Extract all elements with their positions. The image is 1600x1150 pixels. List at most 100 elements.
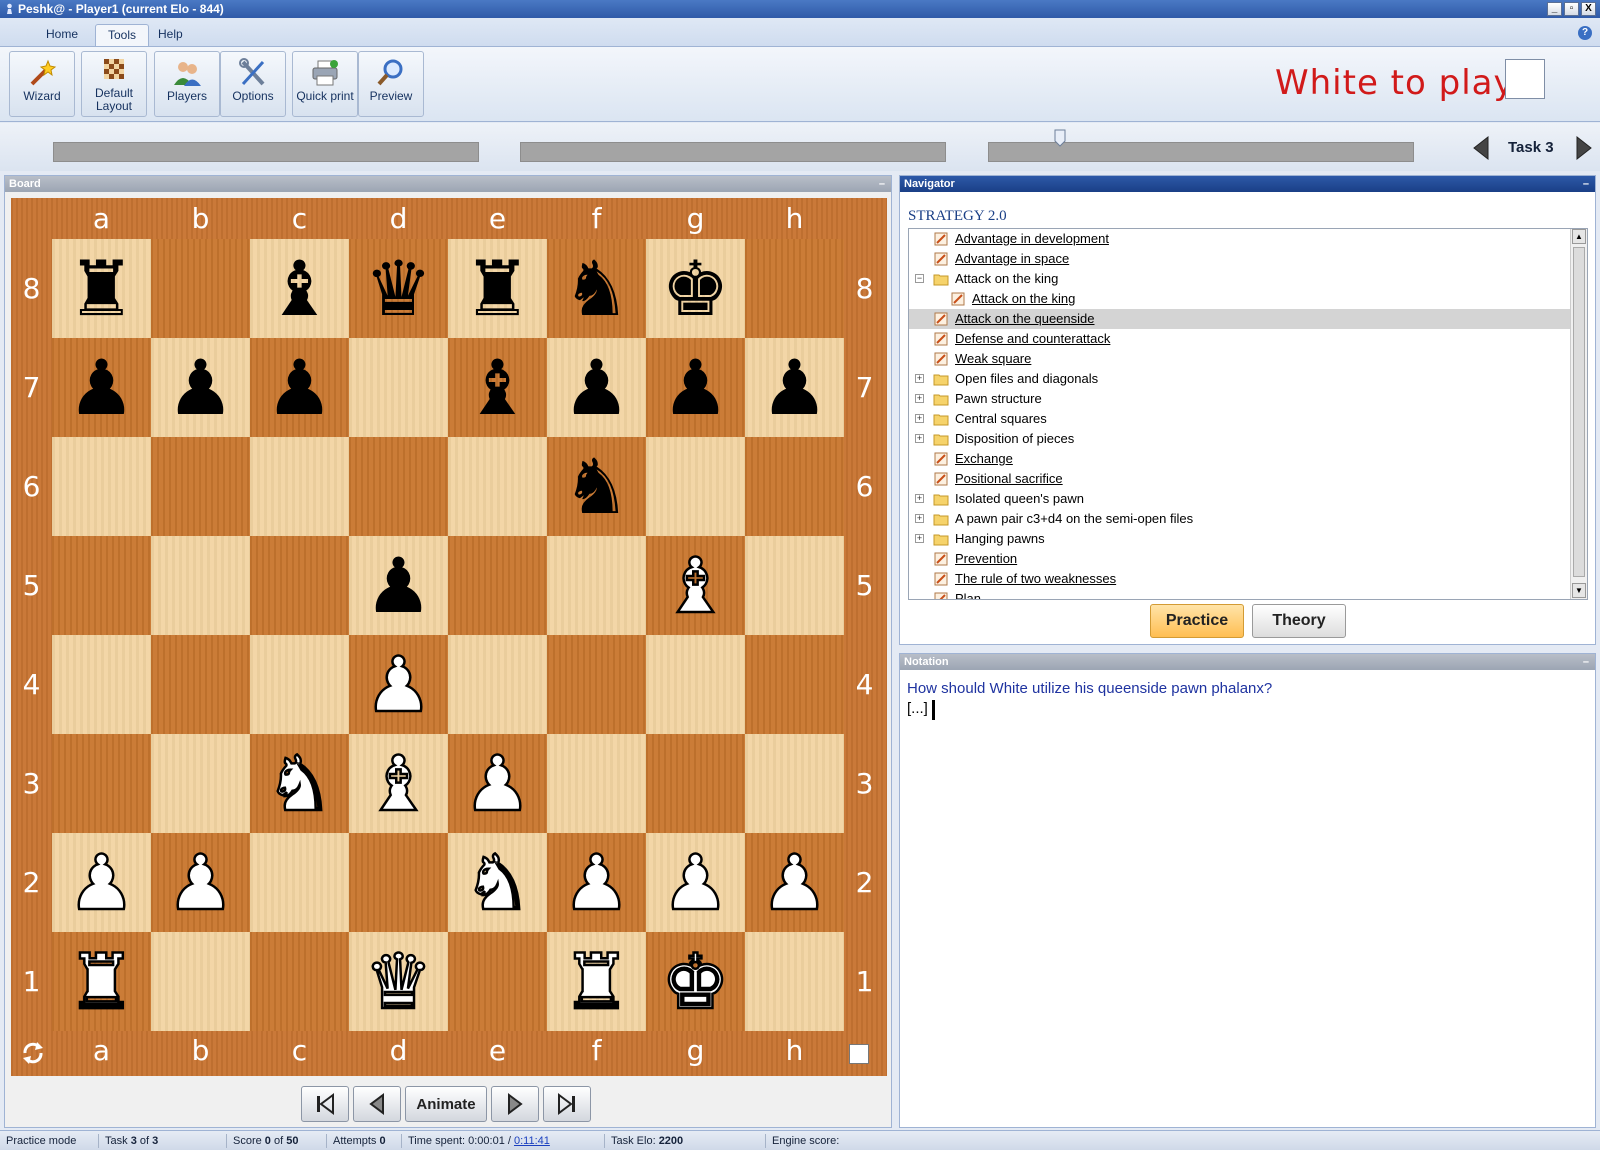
expand-icon[interactable]: + — [915, 494, 924, 503]
tree-item[interactable]: Advantage in space — [909, 249, 1587, 269]
tree-item[interactable]: Attack on the queenside — [909, 309, 1587, 329]
square-f5[interactable] — [547, 536, 646, 635]
square-e1[interactable] — [448, 932, 547, 1031]
white-pawn-icon[interactable]: ♟ — [363, 645, 434, 724]
tab-home[interactable]: Home — [34, 24, 90, 46]
white-rook-icon[interactable]: ♜ — [561, 942, 632, 1021]
white-knight-icon[interactable]: ♞ — [264, 744, 335, 823]
white-pawn-icon[interactable]: ♟ — [660, 843, 731, 922]
square-e7[interactable]: ♝ — [448, 338, 547, 437]
square-a1[interactable]: ♜ — [52, 932, 151, 1031]
minimize-button[interactable]: _ — [1547, 2, 1562, 16]
square-a4[interactable] — [52, 635, 151, 734]
expand-icon[interactable]: + — [915, 514, 924, 523]
black-king-icon[interactable]: ♚ — [661, 250, 729, 327]
square-e3[interactable]: ♟ — [448, 734, 547, 833]
chessboard[interactable]: ♜ ♝ ♛ ♜ ♞ ♚ ♟ ♟ ♟ ♝ ♟ ♟ ♟ ♞ ♟ ♝ ♟ ♞ ♝ ♟ ♟ ♟ ♞ ♟ ♟ ♟ ♜ ♛ ♜ ♚ — [52, 239, 844, 1031]
white-queen-icon[interactable]: ♛ — [363, 942, 434, 1021]
square-f4[interactable] — [547, 635, 646, 734]
square-g2[interactable]: ♟ — [646, 833, 745, 932]
white-bishop-icon[interactable]: ♝ — [660, 546, 731, 625]
white-bishop-icon[interactable]: ♝ — [363, 744, 434, 823]
square-b4[interactable] — [151, 635, 250, 734]
square-g5[interactable]: ♝ — [646, 536, 745, 635]
options-button[interactable]: Options — [220, 51, 286, 117]
square-e4[interactable] — [448, 635, 547, 734]
wizard-button[interactable]: Wizard — [9, 51, 75, 117]
black-pawn-icon[interactable]: ♟ — [760, 349, 828, 426]
square-b7[interactable]: ♟ — [151, 338, 250, 437]
last-move-button[interactable] — [543, 1086, 591, 1122]
square-f1[interactable]: ♜ — [547, 932, 646, 1031]
square-h2[interactable]: ♟ — [745, 833, 844, 932]
square-c8[interactable]: ♝ — [250, 239, 349, 338]
black-pawn-icon[interactable]: ♟ — [166, 349, 234, 426]
white-pawn-icon[interactable]: ♟ — [165, 843, 236, 922]
square-d4[interactable]: ♟ — [349, 635, 448, 734]
white-rook-icon[interactable]: ♜ — [66, 942, 137, 1021]
square-c5[interactable] — [250, 536, 349, 635]
panel-minimize-icon[interactable]: – — [1583, 654, 1589, 670]
square-f3[interactable] — [547, 734, 646, 833]
square-d5[interactable]: ♟ — [349, 536, 448, 635]
expand-icon[interactable]: + — [915, 534, 924, 543]
practice-button[interactable]: Practice — [1150, 604, 1244, 638]
square-a8[interactable]: ♜ — [52, 239, 151, 338]
square-g3[interactable] — [646, 734, 745, 833]
black-queen-icon[interactable]: ♛ — [364, 250, 432, 327]
square-d2[interactable] — [349, 833, 448, 932]
square-b2[interactable]: ♟ — [151, 833, 250, 932]
white-pawn-icon[interactable]: ♟ — [759, 843, 830, 922]
square-b8[interactable] — [151, 239, 250, 338]
white-pawn-icon[interactable]: ♟ — [462, 744, 533, 823]
tree-item[interactable]: Defense and counterattack — [909, 329, 1587, 349]
animate-button[interactable]: Animate — [405, 1086, 487, 1122]
tree-item[interactable]: Exchange — [909, 449, 1587, 469]
topic-tree[interactable]: Advantage in development Advantage in spa… — [908, 228, 1588, 600]
square-g6[interactable] — [646, 437, 745, 536]
black-pawn-icon[interactable]: ♟ — [67, 349, 135, 426]
square-b6[interactable] — [151, 437, 250, 536]
panel-minimize-icon[interactable]: – — [879, 176, 885, 192]
square-f8[interactable]: ♞ — [547, 239, 646, 338]
black-knight-icon[interactable]: ♞ — [562, 250, 630, 327]
black-pawn-icon[interactable]: ♟ — [562, 349, 630, 426]
tree-item[interactable]: Plan — [909, 589, 1587, 599]
square-h7[interactable]: ♟ — [745, 338, 844, 437]
square-c1[interactable] — [250, 932, 349, 1031]
square-h4[interactable] — [745, 635, 844, 734]
black-pawn-icon[interactable]: ♟ — [265, 349, 333, 426]
expand-icon[interactable]: + — [915, 414, 924, 423]
tree-item[interactable]: + Disposition of pieces — [909, 429, 1587, 449]
square-b1[interactable] — [151, 932, 250, 1031]
square-a6[interactable] — [52, 437, 151, 536]
notation-text[interactable]: [...] — [907, 700, 928, 717]
scroll-thumb[interactable] — [1573, 247, 1585, 577]
black-rook-icon[interactable]: ♜ — [67, 250, 135, 327]
square-d1[interactable]: ♛ — [349, 932, 448, 1031]
tree-item[interactable]: − Attack on the king — [909, 269, 1587, 289]
square-g8[interactable]: ♚ — [646, 239, 745, 338]
time-total-link[interactable]: 0:11:41 — [514, 1135, 550, 1147]
tree-item[interactable]: + A pawn pair c3+d4 on the semi-open file… — [909, 509, 1587, 529]
square-c4[interactable] — [250, 635, 349, 734]
square-d7[interactable] — [349, 338, 448, 437]
previous-move-button[interactable] — [353, 1086, 401, 1122]
square-a2[interactable]: ♟ — [52, 833, 151, 932]
tree-item[interactable]: The rule of two weaknesses — [909, 569, 1587, 589]
black-knight-icon[interactable]: ♞ — [562, 448, 630, 525]
panel-minimize-icon[interactable]: – — [1583, 176, 1589, 192]
square-f6[interactable]: ♞ — [547, 437, 646, 536]
tree-item[interactable]: Prevention — [909, 549, 1587, 569]
preview-button[interactable]: Preview — [358, 51, 424, 117]
scroll-down-icon[interactable]: ▼ — [1572, 583, 1586, 598]
tree-item[interactable]: + Isolated queen's pawn — [909, 489, 1587, 509]
black-bishop-icon[interactable]: ♝ — [463, 349, 531, 426]
square-c6[interactable] — [250, 437, 349, 536]
tree-item[interactable]: + Open files and diagonals — [909, 369, 1587, 389]
square-h5[interactable] — [745, 536, 844, 635]
tree-item[interactable]: + Central squares — [909, 409, 1587, 429]
square-h8[interactable] — [745, 239, 844, 338]
restore-button[interactable]: ▫ — [1564, 2, 1579, 16]
square-h3[interactable] — [745, 734, 844, 833]
